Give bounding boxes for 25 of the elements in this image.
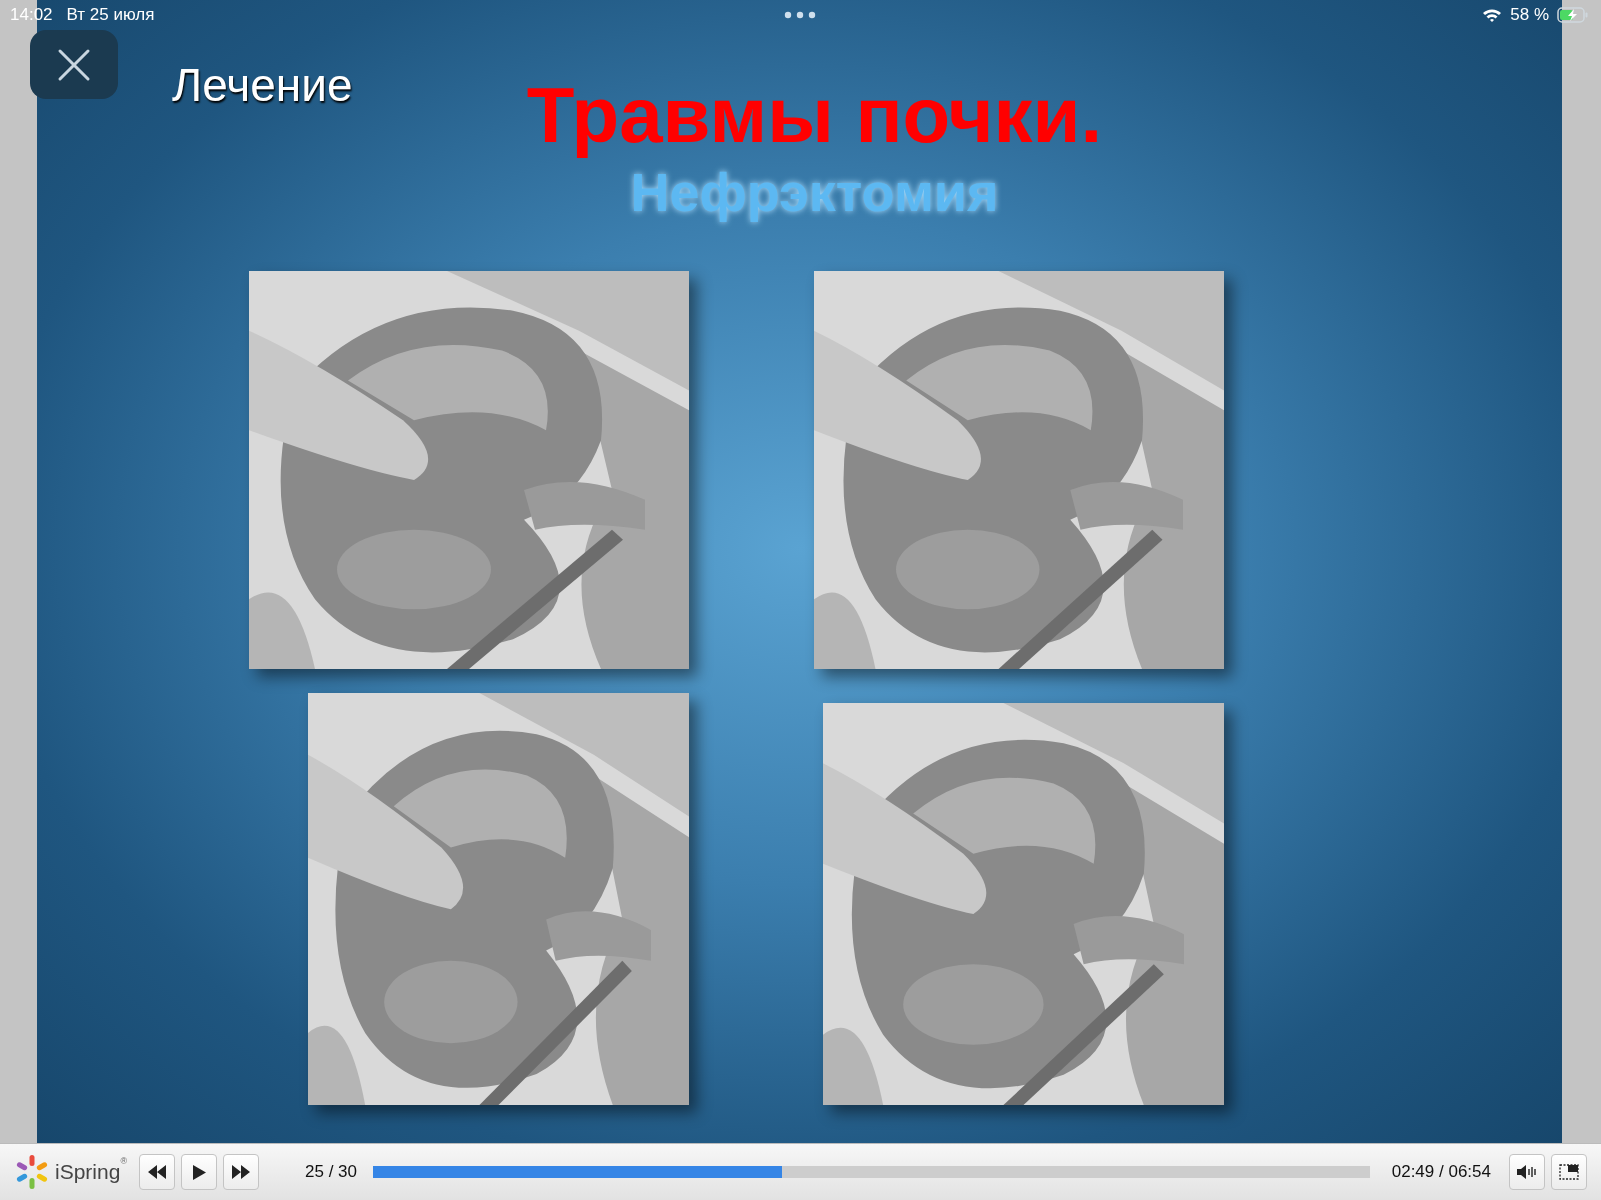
slide-subtitle: Нефрэктомия bbox=[630, 161, 999, 224]
next-button[interactable] bbox=[223, 1154, 259, 1190]
battery-icon bbox=[1557, 7, 1589, 23]
slide-counter: 25 / 30 bbox=[305, 1162, 357, 1182]
window-icon bbox=[1559, 1164, 1579, 1180]
fullscreen-button[interactable] bbox=[1551, 1154, 1587, 1190]
rewind-icon bbox=[148, 1165, 166, 1179]
section-heading: Лечение bbox=[172, 58, 353, 112]
status-date: Вт 25 июля bbox=[66, 5, 155, 25]
pinwheel-logo-icon bbox=[14, 1154, 50, 1190]
speaker-icon bbox=[1517, 1164, 1537, 1180]
play-icon bbox=[192, 1164, 206, 1180]
play-button[interactable] bbox=[181, 1154, 217, 1190]
wifi-icon bbox=[1482, 7, 1503, 23]
close-icon bbox=[57, 47, 91, 82]
battery-percentage: 58 % bbox=[1510, 5, 1549, 25]
ispring-logo: iSpring bbox=[55, 1160, 121, 1184]
multitasking-dots-icon[interactable] bbox=[784, 11, 816, 19]
registered-mark: ® bbox=[120, 1156, 127, 1166]
volume-button[interactable] bbox=[1509, 1154, 1545, 1190]
fast-forward-icon bbox=[232, 1165, 250, 1179]
playback-time: 02:49 / 06:54 bbox=[1391, 1162, 1491, 1182]
previous-button[interactable] bbox=[139, 1154, 175, 1190]
slide-title: Травмы почки. bbox=[526, 70, 1103, 160]
close-button[interactable] bbox=[30, 30, 118, 99]
